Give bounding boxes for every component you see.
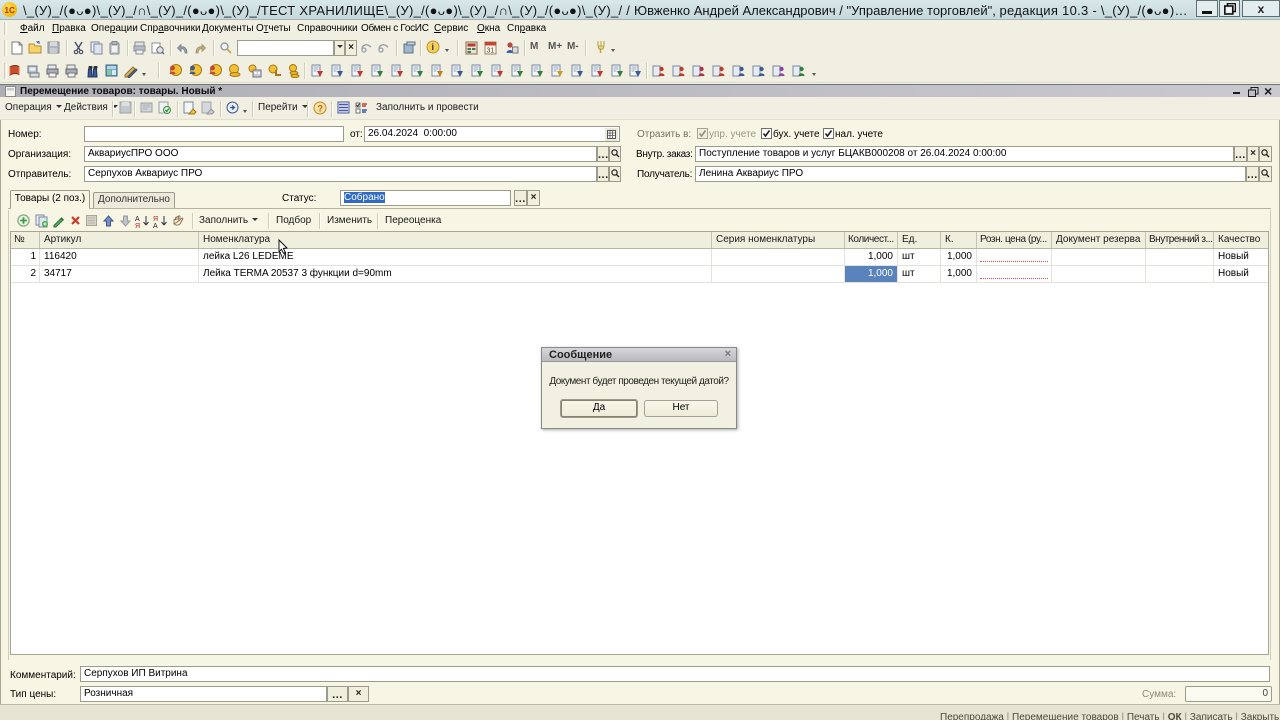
svg-text:Я: Я <box>135 223 140 229</box>
svg-text:31: 31 <box>487 48 495 55</box>
svg-text:А: А <box>153 223 158 229</box>
svg-text:А: А <box>135 216 140 223</box>
svg-text:Я: Я <box>153 216 158 223</box>
svg-text:i: i <box>432 42 435 52</box>
svg-text:?: ? <box>318 103 324 113</box>
